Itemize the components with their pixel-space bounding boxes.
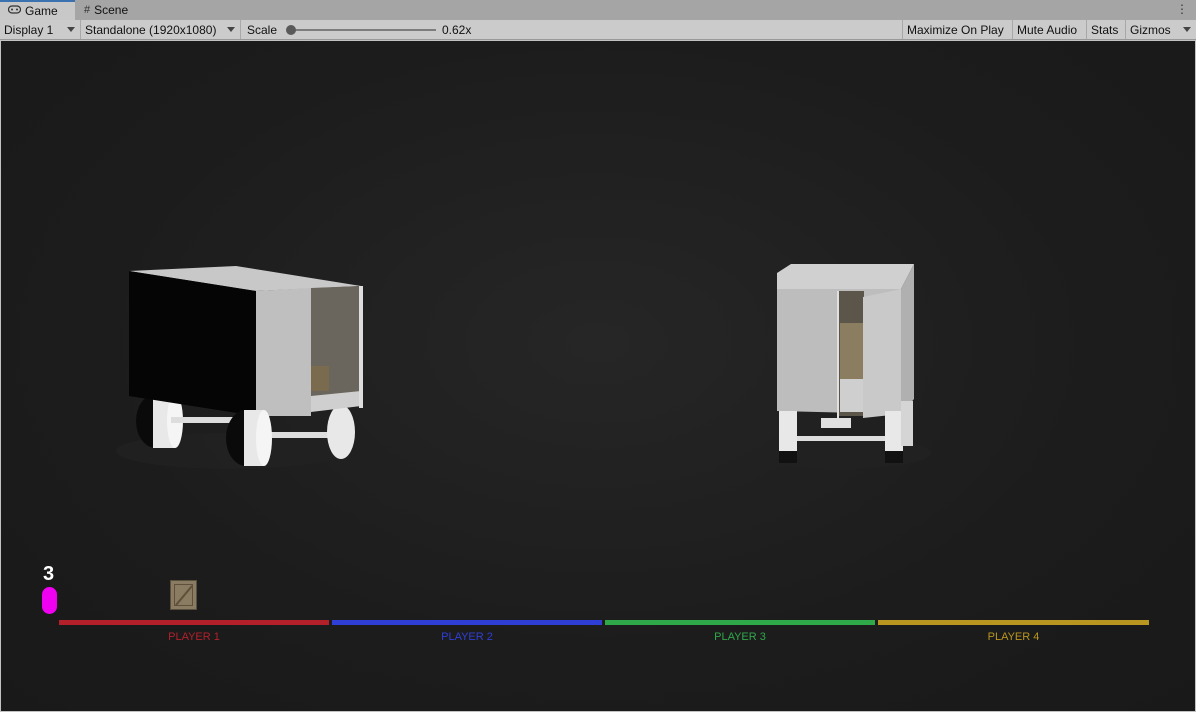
scale-slider-track[interactable] (290, 29, 436, 31)
tab-bar: Game # Scene ⋮ (0, 0, 1196, 20)
display-dropdown-label: Display 1 (4, 22, 54, 37)
maximize-on-play-label: Maximize On Play (907, 22, 1004, 37)
player-capsule-marker (42, 587, 57, 614)
stats-toggle[interactable]: Stats (1087, 20, 1126, 39)
tab-game[interactable]: Game (0, 0, 75, 20)
unity-game-view: Game # Scene ⋮ Display 1 Standalone (192… (0, 0, 1196, 712)
chevron-down-icon (227, 27, 235, 32)
scale-label-text: Scale (247, 22, 278, 37)
player-4-bar (878, 620, 1149, 625)
player-count: 3 (43, 563, 55, 585)
chevron-down-icon (67, 27, 75, 32)
player-4-label: PLAYER 4 (987, 631, 1040, 643)
scale-value-text: 0.62x (442, 22, 472, 37)
player-1-label: PLAYER 1 (168, 631, 220, 643)
maximize-on-play-toggle[interactable]: Maximize On Play (902, 20, 1013, 39)
stats-label: Stats (1091, 22, 1119, 37)
gizmos-dropdown[interactable]: Gizmos (1126, 20, 1196, 39)
scale-slider-handle[interactable] (286, 25, 296, 35)
cart-right (761, 264, 931, 469)
mute-audio-toggle[interactable]: Mute Audio (1013, 20, 1087, 39)
scale-value: 0.62x (438, 20, 498, 39)
display-dropdown[interactable]: Display 1 (0, 20, 81, 39)
gamepad-icon (7, 5, 22, 17)
mute-audio-label: Mute Audio (1017, 22, 1078, 37)
resolution-dropdown[interactable]: Standalone (1920x1080) (81, 20, 241, 39)
game-viewport[interactable]: 3 PLAYER 1 PLAYER 2 PLAYER 3 PLAYER 4 (1, 41, 1195, 711)
game-toolbar: Display 1 Standalone (1920x1080) Scale 0… (0, 20, 1196, 40)
player-2-label: PLAYER 2 (441, 631, 493, 643)
tab-scene-label: Scene (94, 3, 129, 17)
cart-left (116, 266, 363, 469)
tab-game-label: Game (25, 4, 58, 18)
player-3-bar (605, 620, 875, 625)
resolution-dropdown-label: Standalone (1920x1080) (85, 22, 217, 37)
kebab-menu-icon[interactable]: ⋮ (1176, 2, 1188, 16)
grid-icon: # (84, 4, 91, 16)
player-3-label: PLAYER 3 (714, 631, 766, 643)
scale-label: Scale (243, 20, 283, 39)
player-2-bar (332, 620, 602, 625)
tab-scene[interactable]: # Scene (76, 0, 156, 20)
player-1-bar (59, 620, 329, 625)
crate-icon (170, 580, 197, 610)
gizmos-label: Gizmos (1130, 22, 1171, 37)
chevron-down-icon (1183, 27, 1191, 32)
